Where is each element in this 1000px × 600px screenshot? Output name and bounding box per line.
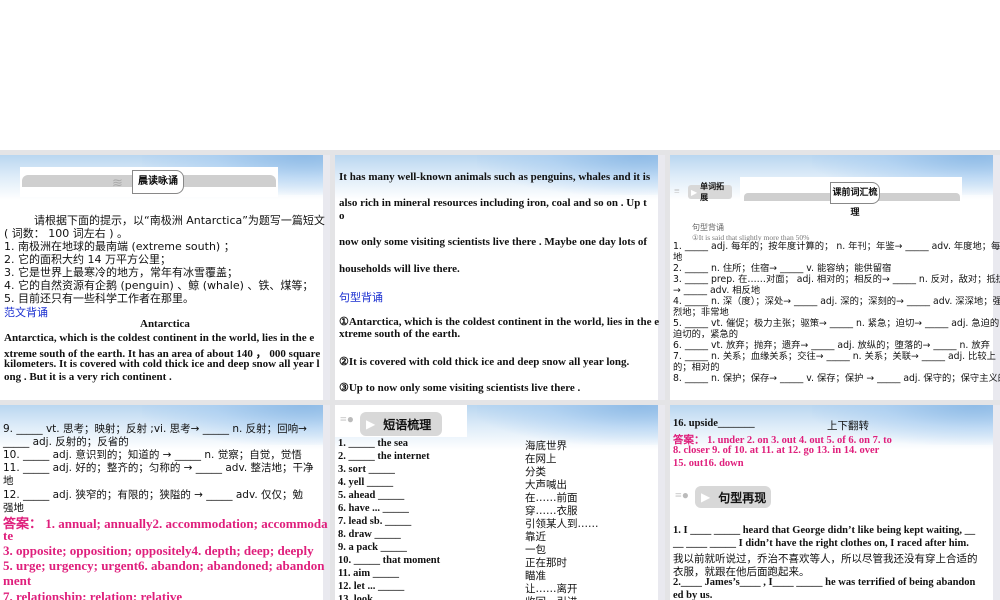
vocab-line: 12. _____ adj. 狭窄的；有限的；狭隘的 → _____ adv. … — [3, 489, 304, 501]
vocab-line: 1. _____ adj. 每年的；按年度计算的； n. 年刊；年鉴→ ____… — [673, 241, 1000, 252]
essay-line: kilometers. It is covered with cold thic… — [4, 358, 320, 370]
phrase-item: 7. lead sb. _____ — [338, 516, 412, 527]
tag-label: 短语梳理 — [383, 417, 432, 432]
answer-line: 7. relationship; relation; relative — [3, 589, 183, 600]
essay-line: o — [339, 210, 345, 222]
word-expansion-tag: ▶ 单词拓展 — [688, 182, 732, 202]
vocab-line: 11. _____ adj. 好的；整齐的；匀称的 → _____ adv. 整… — [3, 462, 314, 474]
sentence-review-tag: ▶ 句型再现 — [695, 486, 771, 508]
key-sentence: ①Antarctica, which is the coldest contin… — [339, 316, 660, 328]
phrase-item: 16. upside_______ — [673, 418, 755, 429]
key-sentence: ②It is covered with cold thick ice and d… — [339, 356, 630, 368]
phrase-item: 10. _____ that moment — [338, 555, 441, 566]
phrase-item: 6. have ... _____ — [338, 503, 409, 514]
essay-line: households will live there. — [339, 263, 460, 275]
slide-panel-morning-reading: 晨读咏诵 ≋ 请根据下面的提示，以“南极洲 Antarctica”为题写一篇短文… — [0, 155, 330, 400]
comet-icon: ≡ — [674, 186, 680, 197]
phrase-item: 1. _____ the sea — [338, 438, 408, 449]
essay-title: Antarctica — [140, 318, 190, 330]
vocab-line: 地 — [3, 475, 14, 487]
comet-icon: ≡● — [675, 488, 690, 502]
sentence-line: 2.____ James’s____ , I____ _____ he was … — [673, 577, 976, 588]
slide-panel-sentence-review: 16. upside_______ 上下翻转 答案： 1. under 2. o… — [670, 405, 1000, 600]
banner-title: 课前词汇梳理 — [832, 188, 878, 218]
tag-label: 单词拓展 — [700, 182, 725, 202]
essay-line: now only some visiting scientists live t… — [339, 236, 648, 248]
phrase-item: 12. let ... _____ — [338, 581, 405, 592]
phrase-item: 2. _____ the internet — [338, 451, 430, 462]
slide-panel-phrases: ≡● ▶ 短语梳理 1. _____ the sea 海底世界 2. _____ th… — [335, 405, 665, 600]
phrase-meaning: 上下翻转 — [827, 420, 869, 432]
faint-overlay-text: 句型背诵 — [692, 223, 724, 232]
phrase-meaning: 收回，引进 — [525, 594, 578, 600]
sentence-line: __ ____ _____ I didn’t have the right cl… — [673, 538, 969, 549]
vocab-line: 7. _____ n. 关系；血缘关系；交往→ _____ n. 关系；关联→ … — [673, 351, 996, 362]
key-sentence: xtreme south of the earth. — [339, 328, 461, 340]
sentence-line: 1. I ____ _____ heard that George didn’t… — [673, 525, 976, 536]
phrase-item: 8. draw _____ — [338, 529, 401, 540]
answer-line: 8. closer 9. of 10. at 11. at 12. go 13.… — [673, 445, 880, 456]
wave-icon: ≋ — [112, 175, 123, 190]
chevron-right-icon: ▶ — [701, 490, 711, 504]
phrase-item: 4. yell _____ — [338, 477, 394, 488]
essay-line: It has many well-known animals such as p… — [339, 171, 651, 183]
slide-panel-vocabulary: ▶ 单词拓展 ≡ 课前词汇梳理 句型背诵 ①It is said that sli… — [670, 155, 1000, 400]
sky-decoration — [476, 405, 658, 445]
phrase-item: 5. ahead _____ — [338, 490, 405, 501]
sentence-line: ed by us. — [673, 590, 713, 600]
phrase-review-tag: ▶ 短语梳理 — [360, 412, 442, 436]
banner-label-box: 晨读咏诵 — [132, 170, 184, 194]
key-sentence: ③Up to now only some visiting scientists… — [339, 382, 581, 394]
answer-line: te — [3, 528, 14, 543]
phrase-item: 9. a pack _____ — [338, 542, 407, 553]
chevron-right-icon: ▶ — [691, 187, 698, 197]
comet-icon: ≡● — [340, 412, 355, 426]
phrase-item: 13. look _____ — [338, 594, 402, 600]
phrase-item: 3. sort _____ — [338, 464, 395, 475]
essay-line: also rich in mineral resources including… — [339, 197, 647, 209]
answer-line: 5. urge; urgency; urgent6. abandon; aban… — [3, 558, 325, 573]
answer-line: 答案： 1. annual; annually2. accommodation;… — [3, 516, 328, 531]
answer-line: 15. out16. down — [673, 458, 744, 469]
answer-line: 3. opposite; opposition; oppositely4. de… — [3, 543, 314, 558]
phrase-item: 11. aim _____ — [338, 568, 399, 579]
sentence-section-label: 句型背诵 — [339, 291, 383, 304]
tag-label: 句型再现 — [718, 490, 767, 505]
model-essay-label: 范文背诵 — [4, 306, 48, 319]
slide-panel-essay-continued: It has many well-known animals such as p… — [335, 155, 665, 400]
banner-title: 晨读咏诵 — [138, 176, 178, 187]
chevron-right-icon: ▶ — [366, 417, 376, 431]
banner-label-box: 课前词汇梳理 — [830, 182, 880, 218]
vocab-line: 8. _____ n. 保护；保存→ _____ v. 保存；保护 → ____… — [673, 373, 1000, 384]
answer-line: ment — [3, 573, 32, 588]
essay-line: Antarctica, which is the coldest contine… — [4, 332, 315, 344]
essay-line: ong . But it is a very rich continent . — [4, 371, 172, 383]
slide-panel-vocabulary-answers: 9. _____ vt. 思考；映射；反射 ;vi. 思考→ _____ n. … — [0, 405, 330, 600]
